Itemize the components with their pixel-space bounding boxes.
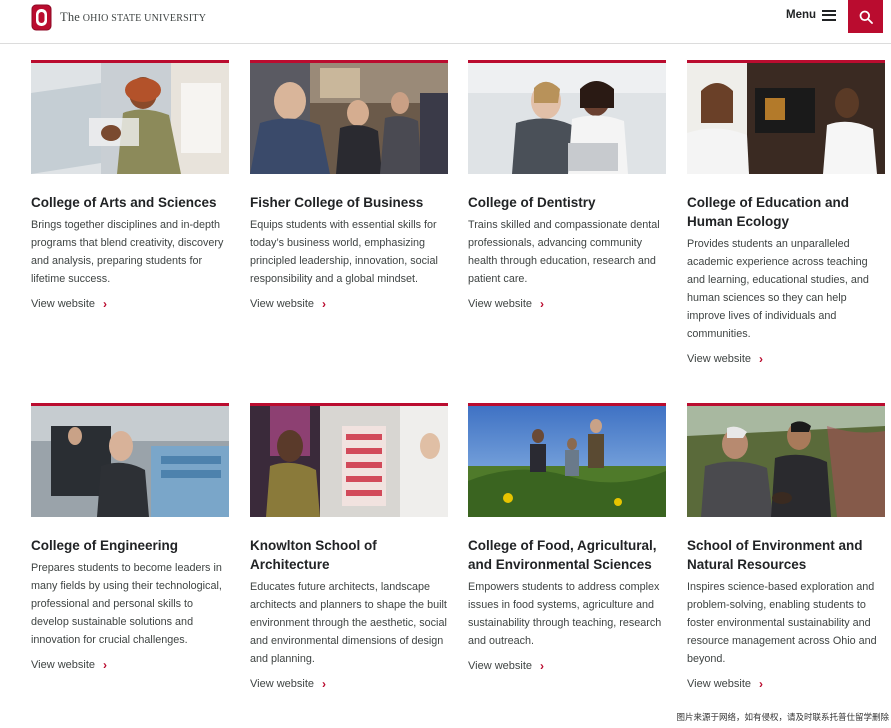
link-label: View website [250,298,314,310]
chevron-right-icon: › [103,658,107,672]
search-button[interactable] [848,0,883,33]
block-o-logo-icon[interactable] [31,4,52,31]
view-website-link[interactable]: View website › [468,659,544,673]
university-wordmark[interactable]: The Ohio State University [60,10,206,25]
college-title: College of Food, Agricultural, and Envir… [468,538,657,572]
link-label: View website [31,659,95,671]
college-photo [687,403,885,517]
college-photo [250,403,448,517]
college-description: Educates future architects, landscape ar… [250,581,447,665]
chevron-right-icon: › [759,677,763,691]
college-description: Prepares students to become leaders in m… [31,562,222,646]
view-website-link[interactable]: View website › [468,297,544,311]
college-title: Knowlton School of Architecture [250,538,377,572]
view-website-link[interactable]: View website › [687,677,763,691]
chevron-right-icon: › [540,659,544,673]
chevron-right-icon: › [322,297,326,311]
view-website-link[interactable]: View website › [250,297,326,311]
chevron-right-icon: › [540,297,544,311]
college-photo [468,403,666,517]
link-label: View website [250,678,314,690]
view-website-link[interactable]: View website › [687,352,763,366]
image-source-watermark: 图片来源于网络，如有侵权，请及时联系托普仕留学删除 [676,711,889,723]
college-card-education-human-ecology: College of Education and Human Ecology P… [687,60,885,367]
link-label: View website [687,353,751,365]
college-card-knowlton-architecture: Knowlton School of Architecture Educates… [250,403,448,692]
college-card-food-agricultural-environmental: College of Food, Agricultural, and Envir… [468,403,666,674]
link-label: View website [468,660,532,672]
college-title: School of Environment and Natural Resour… [687,538,863,572]
link-label: View website [687,678,751,690]
college-description: Brings together disciplines and in-depth… [31,219,224,285]
college-description: Equips students with essential skills fo… [250,219,438,285]
hamburger-icon [822,9,837,21]
college-description: Provides students an unparalleled academ… [687,238,869,340]
college-photo [31,60,229,174]
link-label: View website [31,298,95,310]
college-photo [250,60,448,174]
college-description: Trains skilled and compassionate dental … [468,219,660,285]
college-title: College of Dentistry [468,195,596,210]
chevron-right-icon: › [759,352,763,366]
view-website-link[interactable]: View website › [250,677,326,691]
college-photo [687,60,885,174]
menu-label: Menu [786,9,817,21]
college-title: Fisher College of Business [250,195,424,210]
college-card-engineering: College of Engineering Prepares students… [31,403,229,673]
menu-button[interactable]: Menu [786,9,837,21]
search-icon [859,10,873,24]
college-description: Inspires science-based exploration and p… [687,581,877,665]
view-website-link[interactable]: View website › [31,297,107,311]
wordmark-prefix: The [60,10,81,24]
college-photo [468,60,666,174]
wordmark-name: Ohio State University [80,13,207,24]
college-title: College of Education and Human Ecology [687,195,850,229]
college-title: College of Engineering [31,538,179,553]
link-label: View website [468,298,532,310]
chevron-right-icon: › [322,677,326,691]
college-card-arts-sciences: College of Arts and Sciences Brings toge… [31,60,229,312]
college-card-dentistry: College of Dentistry Trains skilled and … [468,60,666,312]
site-header: The Ohio State University Menu [0,0,891,44]
view-website-link[interactable]: View website › [31,658,107,672]
college-description: Empowers students to address complex iss… [468,581,662,647]
college-card-environment-natural-resources: School of Environment and Natural Resour… [687,403,885,692]
college-photo [31,403,229,517]
chevron-right-icon: › [103,297,107,311]
college-card-fisher-business: Fisher College of Business Equips studen… [250,60,448,312]
college-title: College of Arts and Sciences [31,195,217,210]
